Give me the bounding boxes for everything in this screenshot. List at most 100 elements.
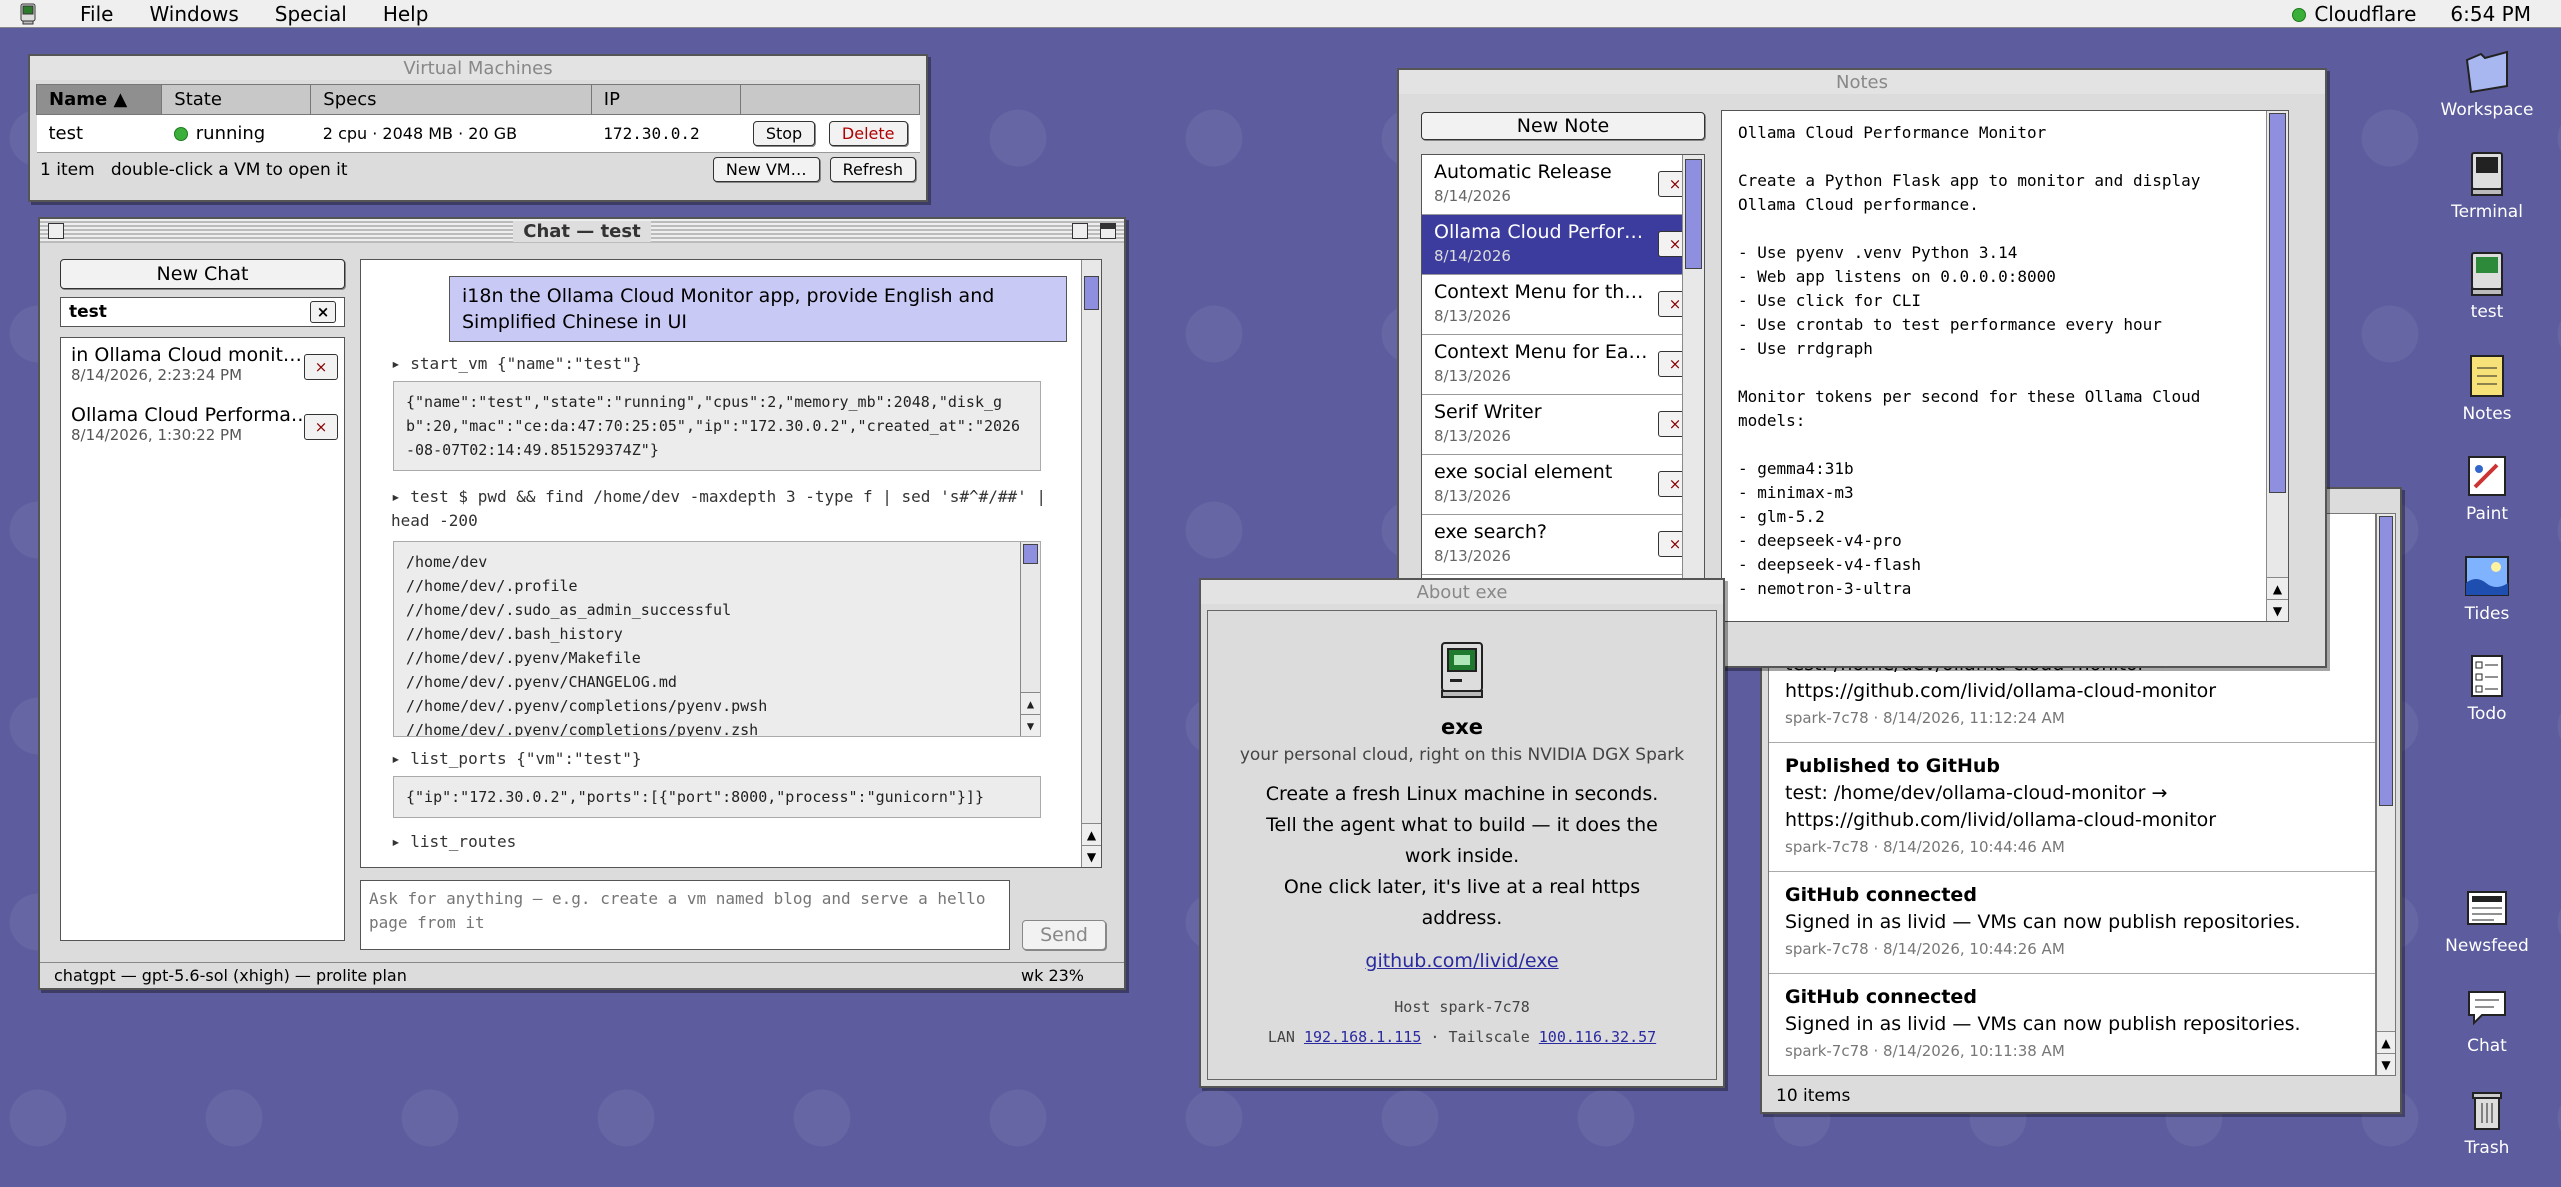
scroll-down-arrow-icon[interactable]: ▼	[1021, 714, 1040, 736]
new-note-button[interactable]: New Note	[1421, 112, 1705, 140]
feed-item[interactable]: GitHub connected Signed in as livid — VM…	[1769, 872, 2375, 974]
note-body-line: - Use pyenv .venv Python 3.14	[1738, 243, 2018, 262]
chat-title-bar[interactable]: Chat — test	[40, 219, 1124, 243]
note-item[interactable]: Context Menu for th… 8/13/2026 ×	[1422, 275, 1704, 335]
virtual-machines-window: Virtual Machines Name ▲ State Specs IP t…	[28, 54, 928, 202]
note-editor-scroll-thumb[interactable]	[2269, 113, 2286, 493]
menu-windows[interactable]: Windows	[131, 2, 256, 26]
chat-transcript: i18n the Ollama Cloud Monitor app, provi…	[360, 259, 1102, 868]
feed-item[interactable]: Published to GitHub test: /home/dev/olla…	[1769, 743, 2375, 872]
desktop-icon-label: Notes	[2462, 404, 2512, 424]
note-body[interactable]: Ollama Cloud Performance Monitor Create …	[1722, 111, 2288, 611]
scroll-down-arrow-icon[interactable]: ▼	[2377, 1053, 2395, 1075]
transcript-scroll-thumb[interactable]	[1084, 276, 1099, 310]
desktop-icon-chat[interactable]: Chat	[2427, 984, 2547, 1056]
apple-menu-icon[interactable]	[14, 3, 42, 25]
notes-list-scrollbar[interactable]	[1682, 155, 1704, 645]
newsfeed-scroll-thumb[interactable]	[2379, 516, 2393, 806]
vm-row[interactable]: test running 2 cpu · 2048 MB · 20 GB 172…	[36, 114, 920, 153]
desktop-icon-paint[interactable]: Paint	[2427, 452, 2547, 524]
chat-item-date: 8/14/2026, 2:23:24 PM	[71, 366, 243, 384]
chat-search-input[interactable]: test ×	[60, 297, 345, 327]
note-editor-scrollbar[interactable]: ▲ ▼	[2266, 111, 2288, 621]
note-body-line: Ollama Cloud performance.	[1738, 195, 1979, 214]
vm-ip: 172.30.0.2	[591, 114, 741, 153]
stop-vm-button[interactable]: Stop	[752, 121, 816, 146]
lan-address-link[interactable]: 192.168.1.115	[1304, 1028, 1421, 1046]
shell-output-scrollbar[interactable]: ▲ ▼	[1020, 542, 1040, 736]
delete-vm-button[interactable]: Delete	[828, 121, 908, 146]
menu-help[interactable]: Help	[365, 2, 447, 26]
column-specs[interactable]: Specs	[310, 84, 592, 115]
github-link[interactable]: github.com/livid/exe	[1208, 950, 1716, 972]
note-item[interactable]: Automatic Release 8/14/2026 ×	[1422, 155, 1704, 215]
note-editor[interactable]: Ollama Cloud Performance Monitor Create …	[1721, 110, 2289, 622]
menu-file[interactable]: File	[62, 2, 131, 26]
feed-item-meta: spark-7c78 · 8/14/2026, 11:12:24 AM	[1785, 709, 2065, 727]
transcript-scrollbar[interactable]: ▲ ▼	[1081, 260, 1101, 867]
delete-chat-button[interactable]: ×	[304, 354, 338, 380]
send-button[interactable]: Send	[1022, 920, 1106, 950]
tool-call-start-vm[interactable]: ▸ start_vm {"name":"test"}	[391, 354, 1101, 373]
desktop-icon-terminal[interactable]: Terminal	[2427, 150, 2547, 222]
new-vm-button[interactable]: New VM…	[712, 157, 820, 182]
scroll-down-arrow-icon[interactable]: ▼	[2267, 599, 2288, 621]
model-status: chatgpt — gpt-5.6-sol (xhigh) — prolite …	[54, 966, 407, 985]
scroll-up-arrow-icon[interactable]: ▲	[1021, 692, 1040, 714]
desktop-icon-newsfeed[interactable]: Newsfeed	[2427, 884, 2547, 956]
zoom-box-icon[interactable]	[1072, 223, 1088, 239]
desktop-icon-tides[interactable]: Tides	[2427, 552, 2547, 624]
feed-item-body: Signed in as livid — VMs can now publish…	[1785, 911, 2301, 933]
chat-search-value: test	[69, 302, 107, 322]
tool-output-list-ports: {"ip":"172.30.0.2","ports":[{"port":8000…	[393, 776, 1041, 818]
note-item[interactable]: exe search? 8/13/2026 ×	[1422, 515, 1704, 575]
desktop-icon-todo[interactable]: Todo	[2427, 652, 2547, 724]
note-item[interactable]: Context Menu for Ea… 8/13/2026 ×	[1422, 335, 1704, 395]
refresh-button[interactable]: Refresh	[829, 157, 916, 182]
network-status[interactable]: Cloudflare	[2292, 2, 2416, 26]
clear-search-button[interactable]: ×	[310, 301, 336, 323]
desktop-icon-trash[interactable]: Trash	[2427, 1086, 2547, 1158]
chat-list-item[interactable]: Ollama Cloud Performa… 8/14/2026, 1:30:2…	[61, 398, 344, 458]
note-date: 8/13/2026	[1434, 307, 1511, 325]
desktop-icon-notes[interactable]: Notes	[2427, 352, 2547, 424]
tool-call-list-ports[interactable]: ▸ list_ports {"vm":"test"}	[391, 749, 1101, 768]
chat-list-item[interactable]: in Ollama Cloud monit… 8/14/2026, 2:23:2…	[61, 338, 344, 398]
note-date: 8/13/2026	[1434, 367, 1511, 385]
close-box-icon[interactable]	[48, 223, 64, 239]
shell-scroll-thumb[interactable]	[1023, 544, 1038, 564]
newsfeed-scrollbar[interactable]: ▲ ▼	[2376, 513, 2396, 1076]
note-date: 8/14/2026	[1434, 187, 1511, 205]
scroll-down-arrow-icon[interactable]: ▼	[1082, 845, 1101, 867]
tool-output-shell: /home/dev //home/dev/.profile //home/dev…	[393, 541, 1041, 737]
about-title-bar[interactable]: About exe	[1201, 580, 1723, 604]
collapse-box-icon[interactable]	[1100, 223, 1116, 239]
paint-icon	[2463, 452, 2511, 500]
note-item[interactable]: exe social element 8/13/2026 ×	[1422, 455, 1704, 515]
note-title: Automatic Release	[1434, 161, 1612, 183]
column-ip[interactable]: IP	[590, 84, 742, 115]
column-name[interactable]: Name ▲	[35, 84, 163, 115]
notes-list-scroll-thumb[interactable]	[1685, 159, 1702, 269]
feed-item[interactable]: GitHub connected Signed in as livid — VM…	[1769, 974, 2375, 1075]
running-status-icon	[173, 127, 188, 141]
scroll-up-arrow-icon[interactable]: ▲	[1082, 823, 1101, 845]
desktop-icon-workspace[interactable]: Workspace	[2427, 48, 2547, 120]
note-body-line: Create a Python Flask app to monitor and…	[1738, 171, 2201, 190]
scroll-up-arrow-icon[interactable]: ▲	[2267, 577, 2288, 599]
desktop-icon-label: Trash	[2464, 1138, 2510, 1158]
new-chat-button[interactable]: New Chat	[60, 259, 345, 289]
column-state[interactable]: State	[161, 84, 312, 115]
menu-special[interactable]: Special	[257, 2, 365, 26]
desktop-icon-test[interactable]: test	[2427, 250, 2547, 322]
tool-call-list-routes[interactable]: ▸ list_routes	[391, 832, 1101, 851]
notes-title-bar[interactable]: Notes	[1399, 70, 2325, 94]
chat-message-input[interactable]	[360, 880, 1010, 950]
scroll-up-arrow-icon[interactable]: ▲	[2377, 1031, 2395, 1053]
delete-chat-button[interactable]: ×	[304, 414, 338, 440]
tool-call-shell[interactable]: ▸ test $ pwd && find /home/dev -maxdepth…	[391, 485, 1051, 533]
note-item-selected[interactable]: Ollama Cloud Perfor… 8/14/2026 ×	[1422, 215, 1704, 275]
vm-title-bar[interactable]: Virtual Machines	[30, 56, 926, 80]
tailscale-address-link[interactable]: 100.116.32.57	[1539, 1028, 1656, 1046]
note-item[interactable]: Serif Writer 8/13/2026 ×	[1422, 395, 1704, 455]
